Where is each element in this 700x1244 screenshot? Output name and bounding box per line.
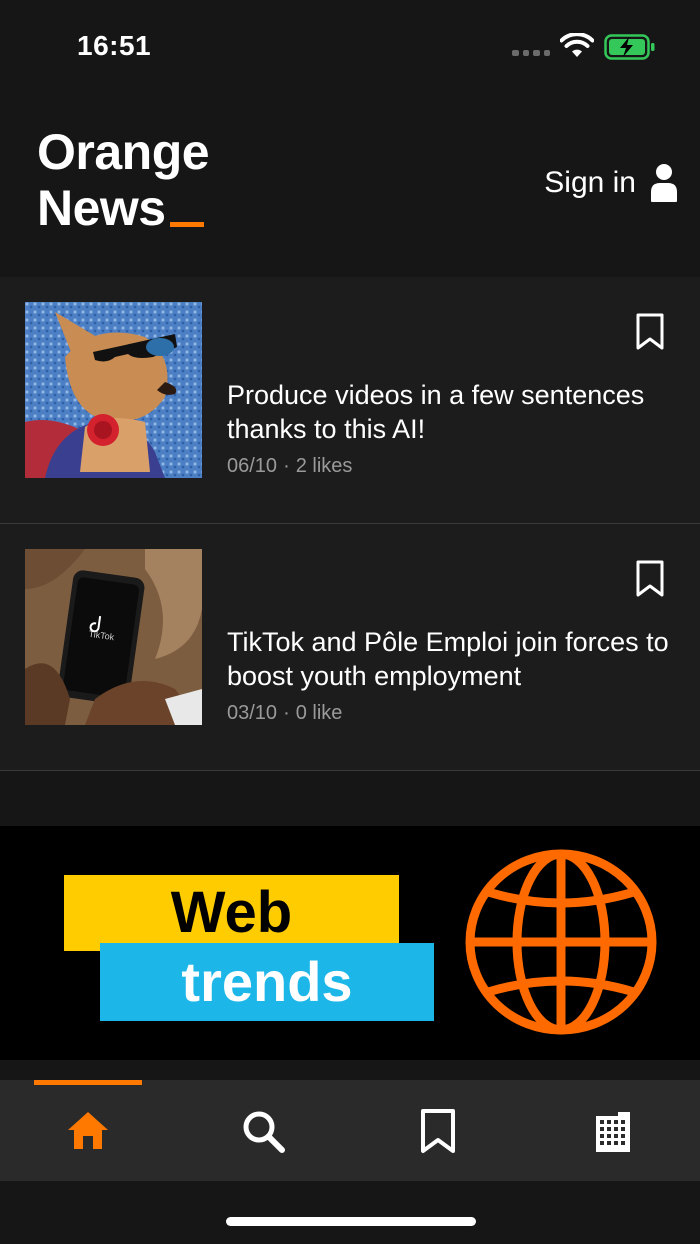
brand-line2: News [37,180,166,236]
sign-in-button[interactable]: Sign in [544,163,678,203]
user-icon [651,164,677,202]
brand-underscore [169,222,204,227]
building-icon [595,1111,630,1152]
brand-logo: Orange News [37,124,210,236]
news-feed: Produce videos in a few sentences thanks… [0,277,700,771]
web-trends-banner[interactable]: Web trends [0,826,700,1060]
status-bar: 16:51 [0,0,700,95]
banner-title-web: Web [64,875,399,951]
signal-dots-icon [512,50,550,56]
article-title: TikTok and Pôle Emploi join forces to bo… [227,627,669,691]
tab-home[interactable] [0,1080,175,1181]
bottom-tab-bar [0,1080,700,1181]
article-card[interactable]: TikTok TikTok and Pôle Emploi join force… [0,524,700,771]
tab-company[interactable] [525,1080,700,1181]
app-header: Orange News Sign in [0,95,700,277]
app-screen: 16:51 Orange News Sign in Produce videos… [0,0,700,1244]
wifi-icon [560,33,594,57]
phone-with-tiktok-image: TikTok [25,549,202,725]
bookmark-button[interactable] [635,560,665,598]
globe-icon [465,849,657,1035]
article-meta: 06/10 · 2 likes [227,455,353,477]
bookmark-icon [420,1108,455,1153]
banner-title-trends: trends [100,943,434,1021]
article-thumbnail-dog [25,302,202,478]
search-icon [243,1111,285,1153]
active-tab-indicator [34,1080,142,1085]
article-meta: 03/10 · 0 like [227,702,343,724]
article-date: 06/10 [227,455,278,477]
tab-bookmarks[interactable] [350,1080,525,1181]
tab-search[interactable] [175,1080,350,1181]
sign-in-label: Sign in [544,166,636,199]
article-thumbnail-phone: TikTok [25,549,202,725]
article-likes: 2 likes [295,455,353,477]
home-indicator-region [0,1181,700,1244]
bookmark-button[interactable] [635,313,665,351]
article-card[interactable]: Produce videos in a few sentences thanks… [0,277,700,524]
status-time: 16:51 [77,30,152,61]
battery-charging-icon [604,34,655,60]
dog-with-sunglasses-image [25,302,202,478]
article-title: Produce videos in a few sentences thanks… [227,380,645,444]
brand-line1: Orange [37,124,210,180]
home-icon [67,1111,108,1149]
home-indicator[interactable] [226,1217,476,1226]
article-likes: 0 like [295,702,343,724]
article-date: 03/10 [227,702,278,724]
